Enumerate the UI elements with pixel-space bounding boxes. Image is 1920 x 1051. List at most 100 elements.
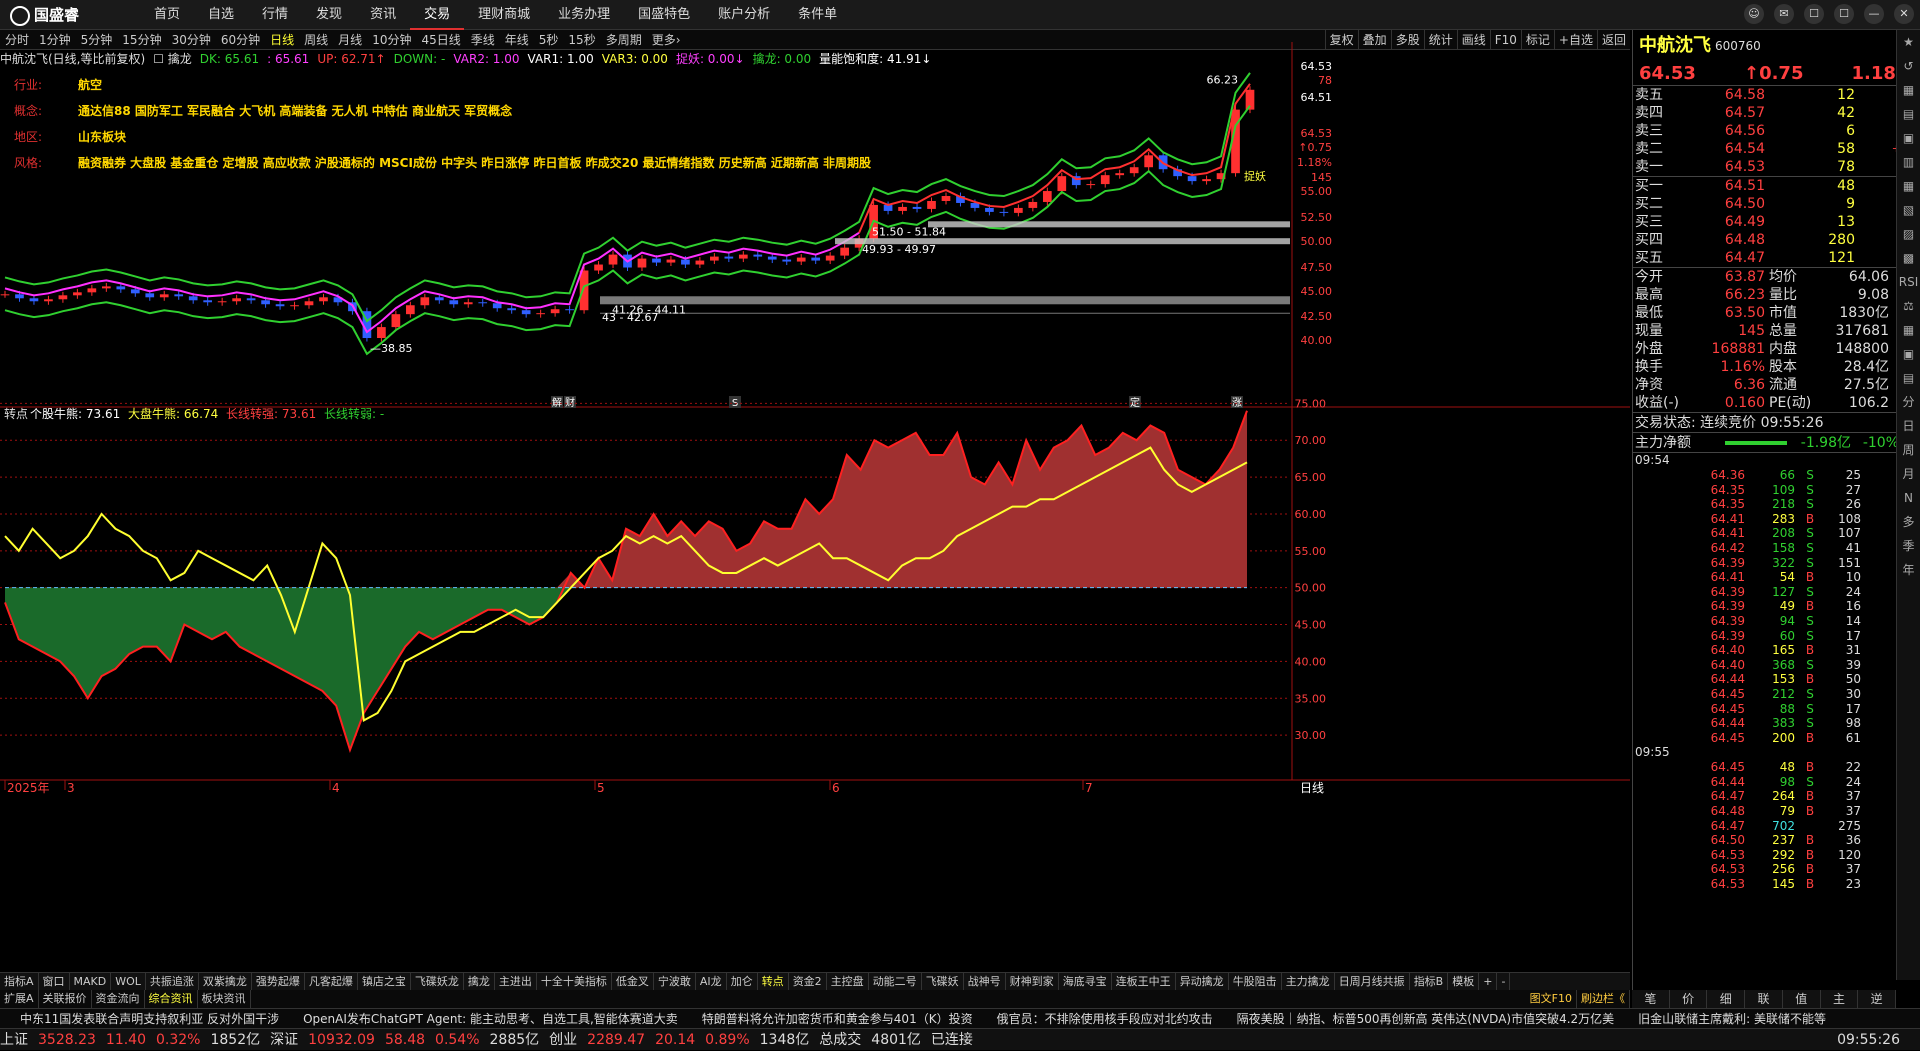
sidebar-tool-2-icon[interactable]: ▦ (1897, 78, 1920, 102)
indicator-tab[interactable]: 资金2 (789, 973, 827, 990)
sidebar-tool-10-icon[interactable]: RSI (1897, 270, 1920, 294)
sidebar-tool-11-icon[interactable]: ⚖ (1897, 294, 1920, 318)
sidebar-tool-19-icon[interactable]: N (1897, 486, 1920, 510)
window-control-1-icon[interactable]: ✉ (1774, 4, 1794, 24)
order-level-label: 卖二 (1635, 141, 1663, 157)
order-level: 卖四 64.57 42 (1633, 104, 1920, 122)
sidebar-tool-9-icon[interactable]: ▩ (1897, 246, 1920, 270)
info-label: 风格: (14, 156, 43, 170)
price-box (600, 296, 1290, 305)
indicator-tab[interactable]: + (1479, 973, 1498, 990)
tick-vol: 702 (1772, 818, 1795, 833)
tick-tab[interactable]: 笔 (1632, 990, 1670, 1008)
tick-tab[interactable]: 价 (1670, 990, 1708, 1008)
indicator-tab[interactable]: 连板王中王 (1112, 973, 1176, 990)
tick-tab[interactable]: 主 (1821, 990, 1859, 1008)
window-control-4-icon[interactable]: — (1864, 4, 1884, 24)
sidebar-tool-4-icon[interactable]: ▣ (1897, 126, 1920, 150)
extension-tab-right[interactable]: 图文F10 (1526, 990, 1577, 1008)
tick-list: 09:54 64.36 66 S 25 64.35 109 S 27 64.35 218 S 26 64.… (1633, 452, 1920, 892)
sidebar-tool-15-icon[interactable]: 分 (1897, 390, 1920, 414)
extension-tab[interactable]: 板块资讯 (198, 990, 251, 1008)
tick-tab[interactable]: 联 (1745, 990, 1783, 1008)
tick-tab[interactable]: 值 (1783, 990, 1821, 1008)
sidebar-tool-21-icon[interactable]: 季 (1897, 534, 1920, 558)
extension-tab[interactable]: 资金流向 (92, 990, 145, 1008)
stock-name: 中航沈飞 (1639, 35, 1711, 56)
indicator-tab[interactable]: 主控盘 (827, 973, 869, 990)
sidebar-tool-6-icon[interactable]: ▦ (1897, 174, 1920, 198)
stat-value: 148800 (1835, 341, 1889, 357)
tick-count: 14 (1845, 613, 1861, 628)
indicator-tab[interactable]: 镇店之宝 (358, 973, 411, 990)
news-ticker[interactable]: 中东11国发表联合声明支持叙利亚 反对外国干涉 OpenAI发布ChatGPT … (0, 1008, 1920, 1028)
sidebar-tool-13-icon[interactable]: ▣ (1897, 342, 1920, 366)
sidebar-tool-18-icon[interactable]: 月 (1897, 462, 1920, 486)
indicator-tab[interactable]: 低金叉 (612, 973, 654, 990)
sidebar-tool-17-icon[interactable]: 周 (1897, 438, 1920, 462)
indicator-tab[interactable]: 主进出 (495, 973, 537, 990)
sidebar-tool-5-icon[interactable]: ▥ (1897, 150, 1920, 174)
indicator-tab[interactable]: 窗口 (39, 973, 70, 990)
window-control-3-icon[interactable]: ☐ (1834, 4, 1854, 24)
tick-vol: 48 (1779, 760, 1795, 775)
extension-tab[interactable]: 综合资讯 (145, 990, 198, 1008)
event-mark-label: 财 (565, 396, 575, 409)
window-control-0-icon[interactable]: ☺ (1744, 4, 1764, 24)
indicator-tab[interactable]: MAKD (70, 973, 112, 990)
extension-tab-right[interactable]: 刷边栏《 (1577, 990, 1630, 1008)
indicator-tab[interactable]: 海底寻宝 (1059, 973, 1112, 990)
stat-label: 最高 (1635, 287, 1663, 303)
tick-row: 64.35 109 S 27 (1633, 483, 1920, 498)
indicator-tab[interactable]: 转点 (758, 973, 789, 990)
indicator-tab[interactable]: 宁波敢 (654, 973, 696, 990)
sidebar-tool-8-icon[interactable]: ▨ (1897, 222, 1920, 246)
window-control-5-icon[interactable]: ✕ (1894, 4, 1914, 24)
indicator-tab[interactable]: 动能二号 (869, 973, 922, 990)
indicator-tab[interactable]: 强势起爆 (252, 973, 305, 990)
indicator-tab[interactable]: AI龙 (696, 973, 727, 990)
indicator-tab[interactable]: 十全十美指标 (537, 973, 612, 990)
indicator-tab[interactable]: 飞碟妖 (922, 973, 964, 990)
indicator-tab[interactable]: - (1497, 973, 1511, 990)
sidebar-tool-12-icon[interactable]: ▦ (1897, 318, 1920, 342)
candle-body (840, 247, 849, 256)
sidebar-tool-20-icon[interactable]: 多 (1897, 510, 1920, 534)
sidebar-tool-1-icon[interactable]: ↺ (1897, 54, 1920, 78)
indicator-tab[interactable]: 擒龙 (464, 973, 495, 990)
sidebar-tool-14-icon[interactable]: ▤ (1897, 366, 1920, 390)
window-control-2-icon[interactable]: ☐ (1804, 4, 1824, 24)
sidebar-tool-3-icon[interactable]: ▤ (1897, 102, 1920, 126)
indicator-tab[interactable]: 指标B (1410, 973, 1449, 990)
sidebar-tool-22-icon[interactable]: 年 (1897, 558, 1920, 582)
indicator-tab[interactable]: 双紫擒龙 (199, 973, 252, 990)
indicator-tab[interactable]: 财神到家 (1006, 973, 1059, 990)
sidebar-tool-0-icon[interactable]: ★ (1897, 30, 1920, 54)
stat-label: 最低 (1635, 305, 1663, 321)
indicator-tab[interactable]: 主力擒龙 (1282, 973, 1335, 990)
time-label: 4 (332, 781, 340, 795)
indicator-tab[interactable]: 日周月线共振 (1335, 973, 1410, 990)
indicator-tab[interactable]: 加仑 (727, 973, 758, 990)
tick-tab[interactable]: 逆 (1858, 990, 1897, 1008)
order-level-label: 买二 (1635, 196, 1663, 212)
tick-side: B (1805, 570, 1815, 585)
indicator-tab[interactable]: 凡客起爆 (305, 973, 358, 990)
tick-vol: 383 (1772, 716, 1795, 731)
sidebar-tool-16-icon[interactable]: 日 (1897, 414, 1920, 438)
extension-tab[interactable]: 扩展A (0, 990, 39, 1008)
tick-tab[interactable]: 细 (1707, 990, 1746, 1008)
indicator-tab[interactable]: 战神号 (964, 973, 1006, 990)
indicator-tab[interactable]: 指标A (0, 973, 39, 990)
indicator-tab[interactable]: 异动擒龙 (1176, 973, 1229, 990)
indicator-tab[interactable]: 飞碟妖龙 (411, 973, 464, 990)
price-tick: 145 (1311, 171, 1332, 184)
extension-tab[interactable]: 关联报价 (39, 990, 92, 1008)
candle-body (261, 300, 270, 305)
indicator-tab[interactable]: 模板 (1448, 973, 1480, 990)
sidebar-tool-7-icon[interactable]: ▧ (1897, 198, 1920, 222)
indicator-tab[interactable]: 共振追涨 (146, 973, 199, 990)
indicator-tab[interactable]: WOL (111, 973, 146, 990)
indicator-tab[interactable]: 牛股阻击 (1229, 973, 1282, 990)
stat-value: 168881 (1711, 341, 1765, 357)
